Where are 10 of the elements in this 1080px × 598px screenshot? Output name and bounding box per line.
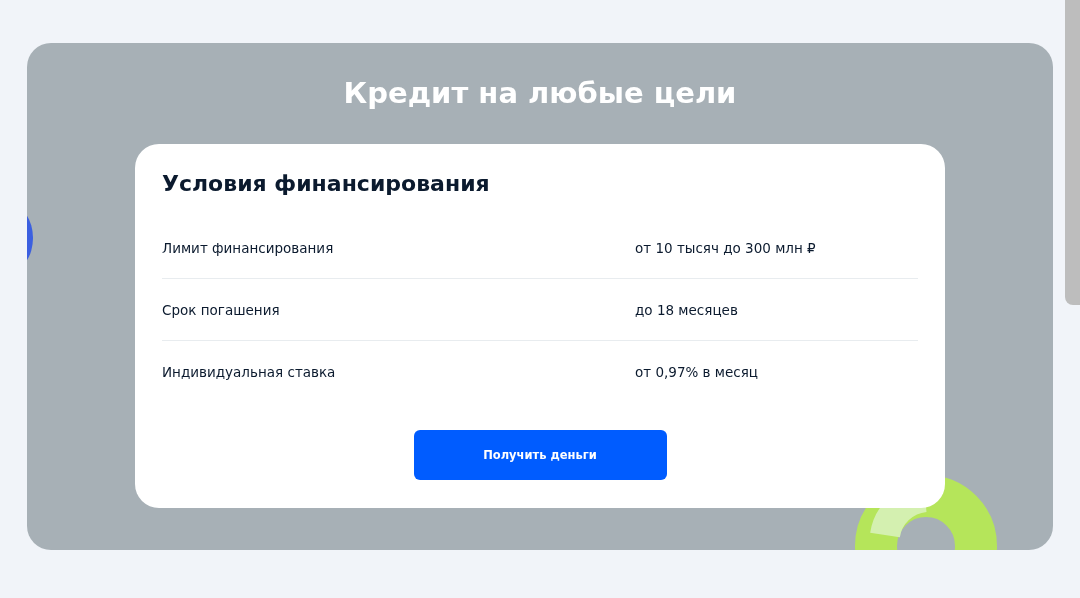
condition-label: Лимит финансирования [162, 239, 335, 256]
condition-value: от 10 тысяч до 300 млн ₽ [635, 239, 817, 256]
banner-title: Кредит на любые цели [343, 75, 737, 111]
card-heading: Условия финансирования [162, 170, 491, 198]
condition-label: Срок погашения [162, 301, 281, 318]
get-money-button[interactable]: Получить деньги [413, 430, 667, 480]
condition-label: Индивидуальная ставка [162, 363, 337, 380]
condition-value: до 18 месяцев [635, 301, 739, 318]
condition-value: от 0,97% в месяц [635, 363, 760, 380]
scrollbar-thumb[interactable] [1065, 0, 1080, 305]
